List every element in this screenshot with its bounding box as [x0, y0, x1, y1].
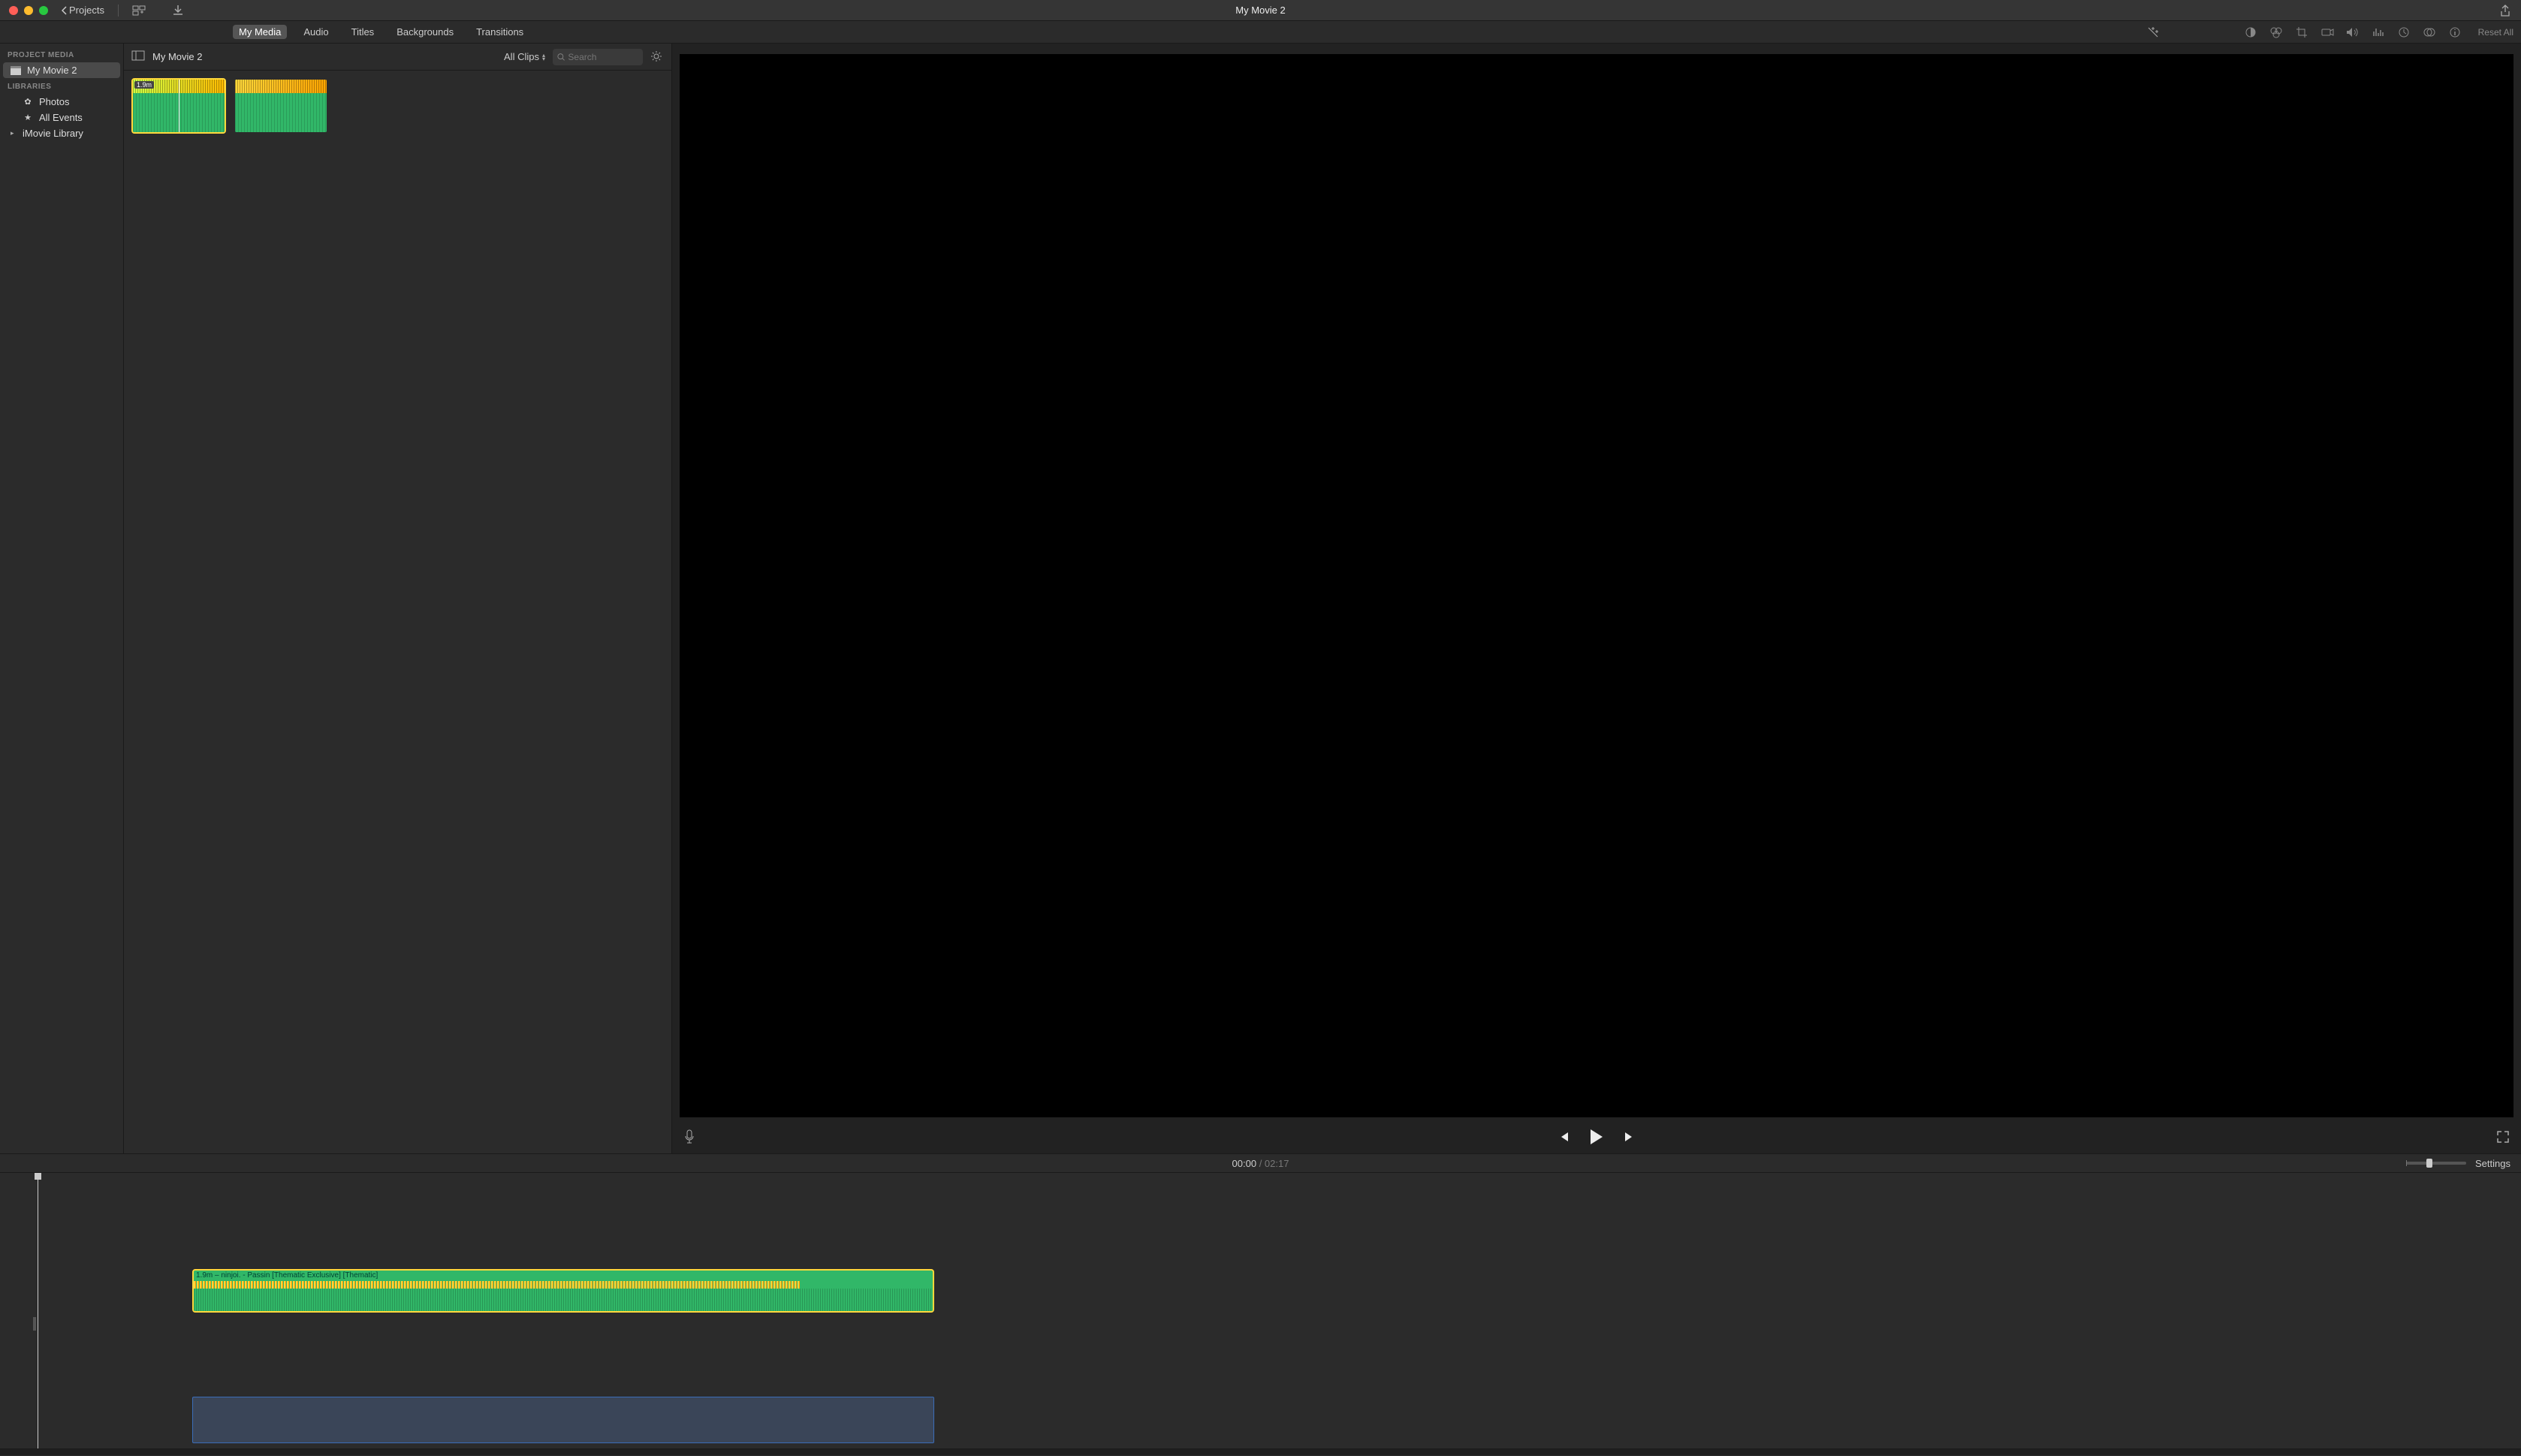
media-clip-1[interactable]: 1.9m — [133, 80, 225, 132]
current-time: 00:00 — [1232, 1158, 1257, 1169]
star-icon: ★ — [23, 113, 33, 123]
viewer-panel — [672, 44, 2521, 1153]
timeline-header: 00:00 / 02:17 Settings — [0, 1153, 2521, 1173]
updown-icon: ▴▾ — [542, 53, 545, 61]
back-to-projects-button[interactable]: Projects — [62, 5, 104, 16]
color-balance-icon[interactable] — [2244, 26, 2257, 39]
zoom-thumb[interactable] — [2426, 1159, 2432, 1168]
time-sep: / — [1256, 1158, 1265, 1169]
tab-backgrounds[interactable]: Backgrounds — [391, 25, 460, 39]
timeline[interactable]: 1.9m – ninjoi. - Passin [Thematic Exclus… — [0, 1173, 2521, 1449]
clip-wave-lines — [194, 1289, 933, 1311]
sidebar-item-project[interactable]: My Movie 2 — [3, 62, 120, 78]
play-button[interactable] — [1589, 1129, 1604, 1145]
import-button[interactable] — [171, 4, 185, 17]
total-time: 02:17 — [1265, 1158, 1289, 1169]
theater-view-button[interactable] — [132, 4, 146, 17]
bottom-strip — [0, 1449, 2521, 1455]
window-titlebar: Projects My Movie 2 — [0, 0, 2521, 21]
fullscreen-button[interactable] — [2497, 1131, 2509, 1143]
traffic-lights — [9, 6, 48, 15]
browser-settings-button[interactable] — [650, 50, 664, 64]
browser-title: My Movie 2 — [152, 51, 202, 62]
timeline-settings-button[interactable]: Settings — [2475, 1158, 2510, 1169]
timeline-audio-clip[interactable]: 1.9m – ninjoi. - Passin [Thematic Exclus… — [192, 1269, 934, 1313]
voiceover-button[interactable] — [684, 1129, 695, 1144]
media-tabs: My Media Audio Titles Backgrounds Transi… — [233, 25, 529, 39]
close-window-button[interactable] — [9, 6, 18, 15]
share-button[interactable] — [2498, 4, 2512, 17]
next-button[interactable] — [1624, 1131, 1636, 1143]
clip-loud-region — [194, 1281, 800, 1289]
sidebar-photos-label: Photos — [39, 96, 69, 107]
viewer-controls — [672, 1120, 2521, 1153]
flower-icon: ✿ — [23, 97, 33, 107]
info-icon[interactable] — [2448, 26, 2462, 39]
sidebar-item-imovie-library[interactable]: ▸ iMovie Library — [0, 125, 123, 141]
media-browser: My Movie 2 All Clips ▴▾ 1.9m — [124, 44, 672, 1153]
timeline-background-clip[interactable] — [192, 1397, 934, 1443]
fullscreen-window-button[interactable] — [39, 6, 48, 15]
content-toolbar: My Media Audio Titles Backgrounds Transi… — [0, 21, 2521, 44]
tab-titles[interactable]: Titles — [345, 25, 381, 39]
toggle-sidebar-button[interactable] — [131, 50, 145, 64]
browser-header: My Movie 2 All Clips ▴▾ — [124, 44, 671, 71]
volume-icon[interactable] — [2346, 26, 2360, 39]
sidebar-item-all-events[interactable]: ★ All Events — [0, 110, 123, 125]
sidebar-all-events-label: All Events — [39, 112, 83, 123]
clip-duration-badge: 1.9m — [134, 81, 154, 89]
clip-filter-icon[interactable] — [2423, 26, 2436, 39]
tab-transitions[interactable]: Transitions — [470, 25, 529, 39]
chevron-left-icon — [62, 6, 68, 15]
reset-all-button[interactable]: Reset All — [2478, 27, 2513, 38]
color-correction-icon[interactable] — [2269, 26, 2283, 39]
search-icon — [557, 53, 565, 62]
sidebar: PROJECT MEDIA My Movie 2 LIBRARIES ✿ Pho… — [0, 44, 124, 1153]
track-marker — [33, 1317, 36, 1331]
search-input[interactable] — [568, 52, 638, 62]
tab-audio[interactable]: Audio — [297, 25, 334, 39]
crop-icon[interactable] — [2295, 26, 2308, 39]
clapper-icon — [11, 65, 21, 76]
projects-label: Projects — [69, 5, 104, 16]
minimize-window-button[interactable] — [24, 6, 33, 15]
clips-grid: 1.9m — [124, 71, 671, 1153]
clip-filter-dropdown[interactable]: All Clips ▴▾ — [504, 51, 545, 62]
waveform-body — [235, 93, 327, 132]
timeline-clip-label: 1.9m – ninjoi. - Passin [Thematic Exclus… — [196, 1271, 378, 1280]
chevron-right-icon: ▸ — [11, 129, 17, 137]
sidebar-project-label: My Movie 2 — [27, 65, 77, 76]
sidebar-section-libraries: LIBRARIES — [0, 78, 123, 94]
preview-canvas[interactable] — [680, 54, 2513, 1117]
previous-button[interactable] — [1558, 1131, 1570, 1143]
clip-filter-label: All Clips — [504, 51, 539, 62]
window-title: My Movie 2 — [1235, 5, 1285, 16]
speed-icon[interactable] — [2397, 26, 2411, 39]
media-clip-2[interactable] — [235, 80, 327, 132]
stabilization-icon[interactable] — [2320, 26, 2334, 39]
sidebar-library-label: iMovie Library — [23, 128, 83, 139]
search-field[interactable] — [553, 49, 643, 65]
waveform-peaks — [235, 80, 327, 93]
noise-reduction-icon[interactable] — [2372, 26, 2385, 39]
enhance-icon[interactable] — [2146, 26, 2160, 39]
tab-my-media[interactable]: My Media — [233, 25, 287, 39]
sidebar-item-photos[interactable]: ✿ Photos — [0, 94, 123, 110]
timecode-display: 00:00 / 02:17 — [1232, 1158, 1289, 1169]
sidebar-section-project-media: PROJECT MEDIA — [0, 47, 123, 62]
main-split: PROJECT MEDIA My Movie 2 LIBRARIES ✿ Pho… — [0, 44, 2521, 1153]
separator — [118, 5, 119, 17]
zoom-slider[interactable] — [2406, 1162, 2466, 1165]
